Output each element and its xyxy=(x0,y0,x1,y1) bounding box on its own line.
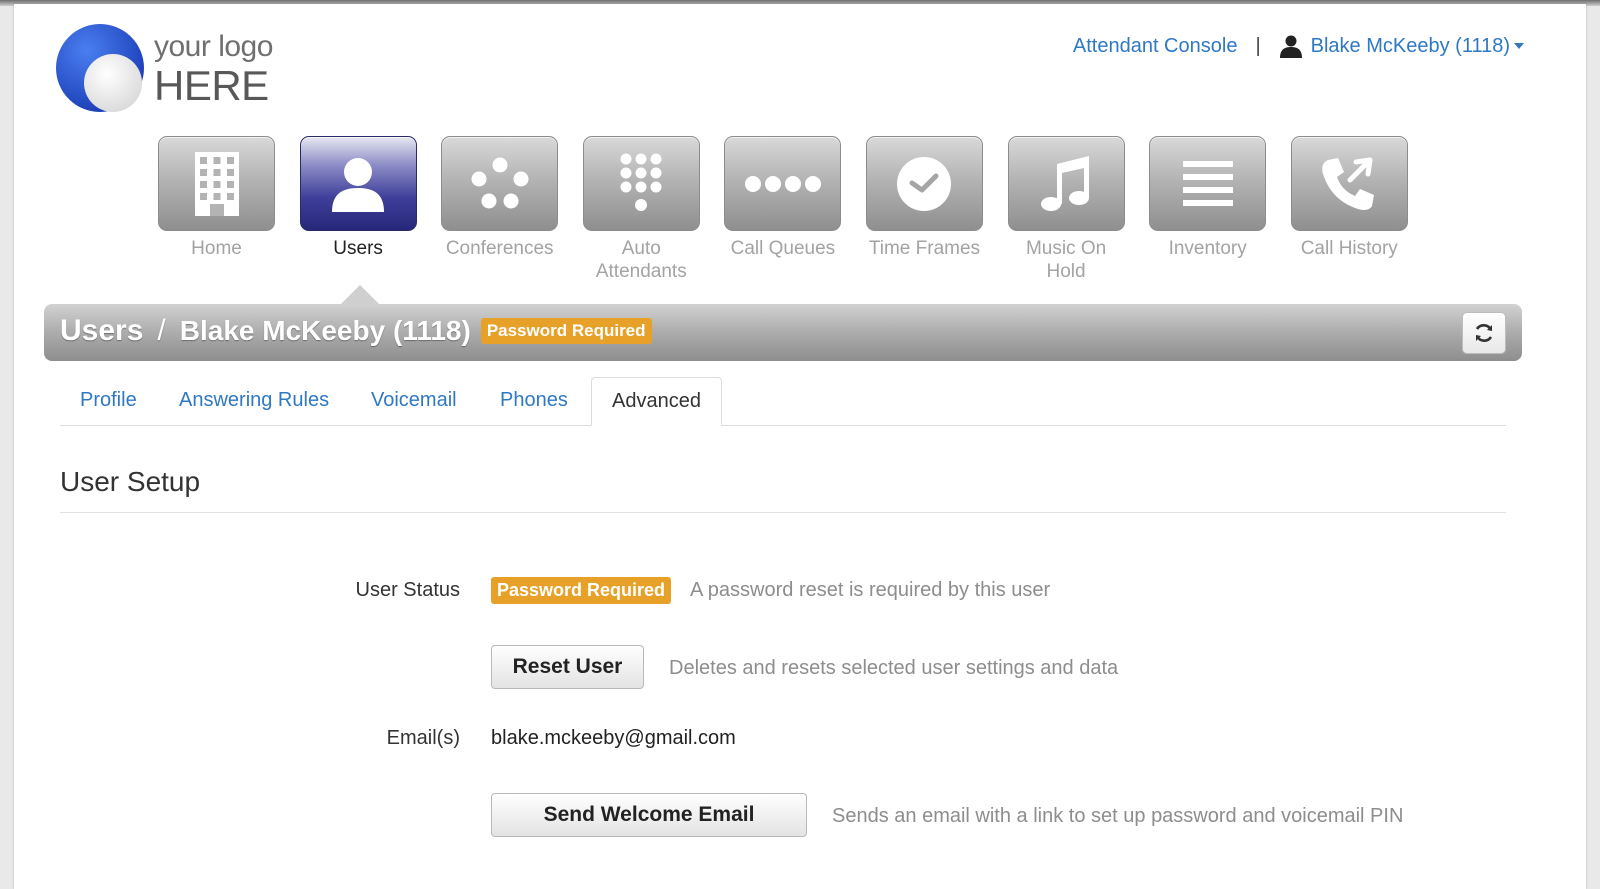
page-container: your logo HERE Attendant Console | Blake… xyxy=(14,4,1586,889)
nav-label: Time Frames xyxy=(868,238,981,259)
status-badge: Password Required xyxy=(480,318,652,344)
nav-label: Inventory xyxy=(1168,238,1247,259)
email-label: Email(s) xyxy=(386,727,460,749)
tab-bar: Profile Answering Rules Voicemail Phones… xyxy=(60,377,1506,426)
breadcrumb: Users / Blake McKeeby (1118) Password Re… xyxy=(60,314,652,348)
tab-phones[interactable]: Phones xyxy=(480,377,588,424)
nav-item-conferences[interactable]: Conferences xyxy=(441,136,559,283)
nav-label: Music On Hold xyxy=(1025,238,1107,282)
send-welcome-email-button[interactable]: Send Welcome Email xyxy=(491,793,807,837)
refresh-icon xyxy=(1475,324,1493,342)
nav-label: Home xyxy=(191,238,242,259)
nav-tile-conferences xyxy=(441,136,559,231)
nav-label: Conferences xyxy=(445,238,554,259)
tab-advanced[interactable]: Advanced xyxy=(591,377,722,426)
active-nav-pointer xyxy=(340,285,380,305)
nav-tile-call-history xyxy=(1290,136,1408,231)
top-right-links: Attendant Console | Blake McKeeby (1118) xyxy=(1073,34,1524,58)
nav-label: Auto Attendants xyxy=(595,238,687,282)
user-menu[interactable]: Blake McKeeby (1118) xyxy=(1279,34,1524,58)
breadcrumb-users[interactable]: Users xyxy=(60,314,143,348)
user-menu-label: Blake McKeeby (1118) xyxy=(1310,34,1510,57)
company-logo: your logo HERE xyxy=(56,24,296,119)
nav-item-auto-attendants[interactable]: Auto Attendants xyxy=(582,136,700,283)
user-status-label: User Status xyxy=(355,579,460,601)
phone-history-icon xyxy=(1322,157,1375,210)
tab-profile[interactable]: Profile xyxy=(60,377,157,424)
section-title: User Setup xyxy=(60,466,201,497)
user-icon xyxy=(1279,35,1302,58)
main-nav: Home Users Conferences Auto Attendants C… xyxy=(158,136,1432,283)
clock-icon xyxy=(897,156,952,211)
nav-tile-home xyxy=(158,136,275,231)
nav-tile-time-frames xyxy=(865,136,983,231)
queue-dots-icon xyxy=(744,175,821,192)
reset-user-button[interactable]: Reset User xyxy=(491,645,644,689)
music-note-icon xyxy=(1041,155,1090,211)
nav-item-call-history[interactable]: Call History xyxy=(1290,136,1408,283)
nav-item-inventory[interactable]: Inventory xyxy=(1149,136,1267,283)
logo-text-line1: your logo xyxy=(154,30,273,63)
tab-answering-rules[interactable]: Answering Rules xyxy=(159,377,349,424)
chevron-down-icon xyxy=(1514,43,1524,49)
refresh-button[interactable] xyxy=(1462,312,1506,354)
breadcrumb-current-user: Blake McKeeby (1118) xyxy=(179,315,471,346)
nav-item-home[interactable]: Home xyxy=(158,136,275,283)
breadcrumb-separator: / xyxy=(157,314,166,347)
nav-label: Call History xyxy=(1300,238,1398,259)
section-divider xyxy=(60,512,1506,513)
reset-user-help: Deletes and resets selected user setting… xyxy=(669,657,1119,679)
nav-tile-inventory xyxy=(1149,136,1267,231)
attendant-console-link[interactable]: Attendant Console xyxy=(1073,35,1238,58)
send-welcome-email-help: Sends an email with a link to set up pas… xyxy=(832,805,1404,827)
user-status-badge: Password Required xyxy=(491,577,672,604)
email-value: blake.mckeeby@gmail.com xyxy=(491,727,736,749)
nav-label: Users xyxy=(333,238,383,259)
tab-voicemail[interactable]: Voicemail xyxy=(351,377,477,424)
user-icon xyxy=(332,157,385,212)
logo-text-line2: HERE xyxy=(154,62,269,109)
nav-item-call-queues[interactable]: Call Queues xyxy=(724,136,842,283)
nav-label: Call Queues xyxy=(730,238,836,259)
nav-tile-auto-attendants xyxy=(582,136,700,231)
page-header-bar: Users / Blake McKeeby (1118) Password Re… xyxy=(44,304,1522,361)
nav-item-time-frames[interactable]: Time Frames xyxy=(865,136,983,283)
list-lines-icon xyxy=(1182,160,1233,206)
nav-tile-call-queues xyxy=(724,136,842,231)
user-status-help: A password reset is required by this use… xyxy=(690,579,1051,601)
keypad-icon xyxy=(620,153,662,211)
conference-icon xyxy=(471,157,529,208)
building-icon xyxy=(194,151,239,216)
nav-item-users[interactable]: Users xyxy=(299,136,417,283)
nav-item-music-on-hold[interactable]: Music On Hold xyxy=(1007,136,1125,283)
nav-tile-users xyxy=(299,136,417,231)
nav-tile-music-on-hold xyxy=(1007,136,1125,231)
topbar-separator: | xyxy=(1255,34,1261,57)
